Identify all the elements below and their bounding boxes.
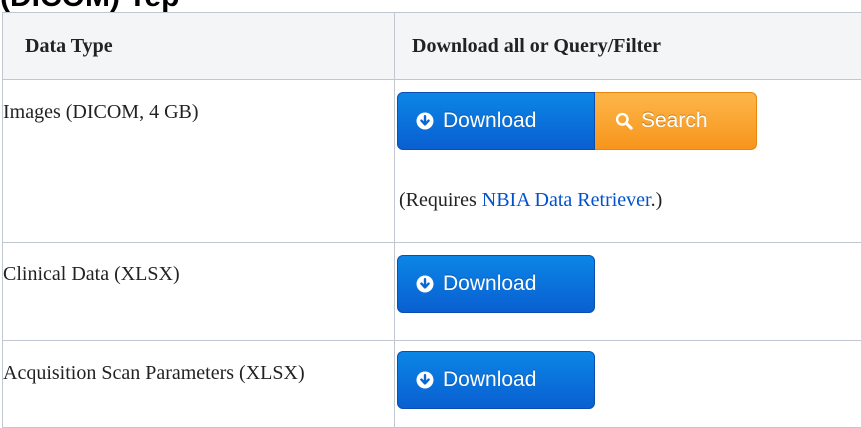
download-button[interactable]: Download xyxy=(397,92,595,150)
search-button-label: Search xyxy=(641,109,708,133)
data-type-cell: Acquisition Scan Parameters (XLSX) xyxy=(3,341,395,428)
column-header-data-type: Data Type xyxy=(3,13,395,80)
requires-note: (Requires NBIA Data Retriever.) xyxy=(395,186,861,214)
download-circle-icon xyxy=(416,371,434,389)
requires-note-prefix: (Requires xyxy=(399,189,482,211)
data-download-table: Data Type Download all or Query/Filter I… xyxy=(2,12,861,428)
download-button-label: Download xyxy=(443,272,536,296)
download-button[interactable]: Download xyxy=(397,351,595,409)
magnifier-icon xyxy=(615,112,633,130)
data-type-label: Acquisition Scan Parameters (XLSX) xyxy=(3,359,394,387)
download-search-button-group: Download Search xyxy=(397,92,861,150)
requires-note-suffix: .) xyxy=(651,189,663,211)
download-button-group: Download xyxy=(397,351,861,409)
download-button-label: Download xyxy=(443,368,536,392)
table-row-images: Images (DICOM, 4 GB) Download xyxy=(3,80,861,243)
data-type-cell: Images (DICOM, 4 GB) xyxy=(3,80,395,243)
data-type-cell: Clinical Data (XLSX) xyxy=(3,243,395,341)
download-button[interactable]: Download xyxy=(397,255,595,313)
nbia-data-retriever-link[interactable]: NBIA Data Retriever xyxy=(482,189,651,211)
actions-cell: Download Search (Requires NBIA Data Retr… xyxy=(395,80,861,243)
data-type-label: Clinical Data (XLSX) xyxy=(3,260,394,288)
download-button-group: Download xyxy=(397,255,861,313)
table-row-clinical-data: Clinical Data (XLSX) Download xyxy=(3,243,861,341)
table-header-row: Data Type Download all or Query/Filter xyxy=(3,13,861,80)
actions-cell: Download xyxy=(395,243,861,341)
download-circle-icon xyxy=(416,275,434,293)
page-heading: (DICOM) Tep xyxy=(0,0,861,12)
actions-cell: Download xyxy=(395,341,861,428)
download-button-label: Download xyxy=(443,109,536,133)
download-circle-icon xyxy=(416,112,434,130)
data-type-label: Images (DICOM, 4 GB) xyxy=(3,98,394,126)
table-row-acquisition-scan-parameters: Acquisition Scan Parameters (XLSX) Downl… xyxy=(3,341,861,428)
search-button[interactable]: Search xyxy=(595,92,757,150)
column-header-download: Download all or Query/Filter xyxy=(395,13,861,80)
